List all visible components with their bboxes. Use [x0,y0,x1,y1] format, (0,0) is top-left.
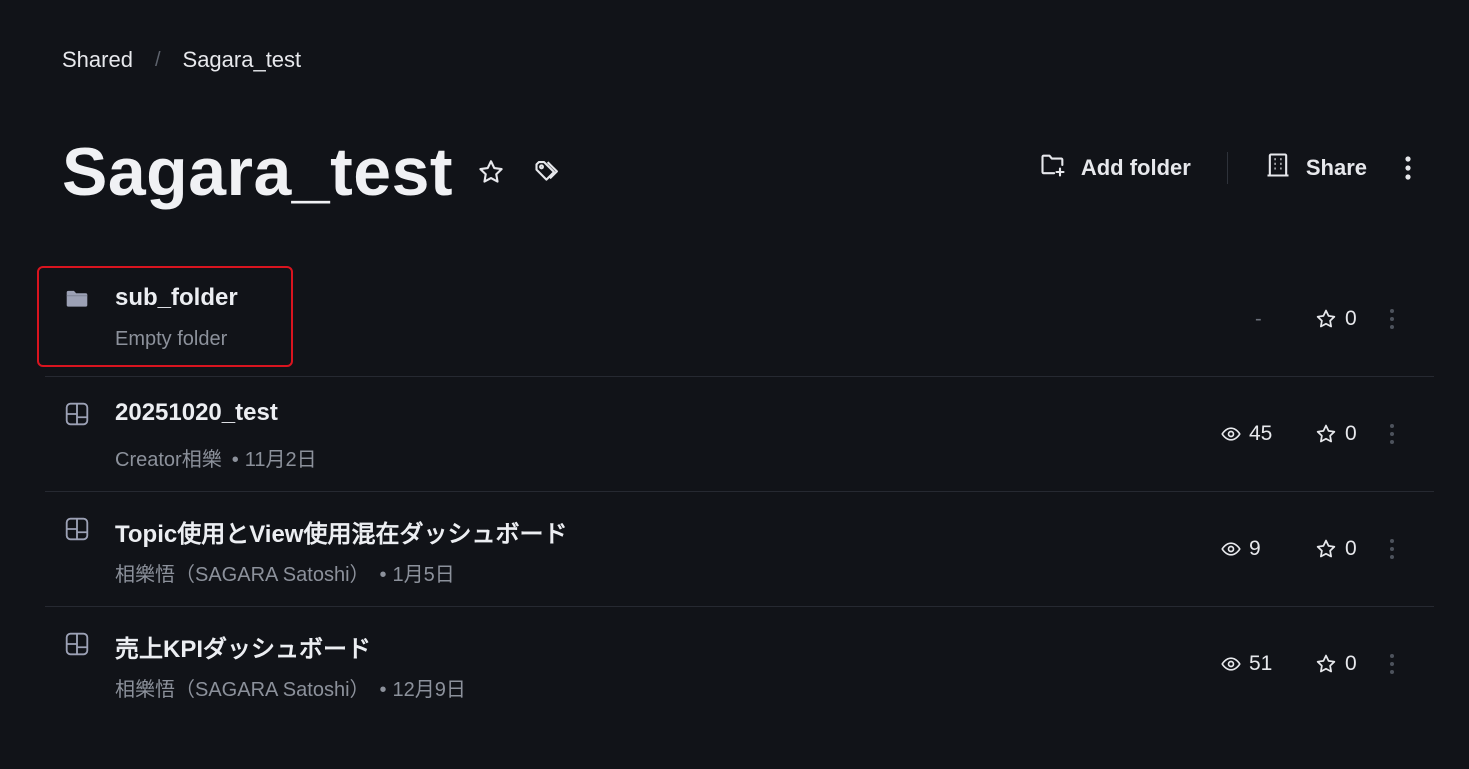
item-star-button[interactable]: 0 [1315,492,1357,606]
item-title[interactable]: 売上KPIダッシュボード [115,629,371,664]
item-list: sub_folder Empty folder - 0 20251020_tes… [45,262,1434,721]
item-subtitle: Empty folder [115,328,228,350]
item-star-button[interactable]: 0 [1315,262,1357,376]
header-actions: Add folder Share [1039,148,1413,188]
item-views: 45 [1221,377,1272,491]
star-icon [1316,309,1336,328]
title-row: Sagara_test [62,132,565,212]
share-label: Share [1305,155,1367,180]
dashboard-icon [64,516,90,542]
item-view-count: 51 [1249,652,1273,675]
item-date: 1月5日 [392,564,455,586]
eye-icon [1221,542,1241,556]
item-star-count: 0 [1345,537,1357,560]
item-more-button[interactable] [1388,492,1396,606]
item-more-button[interactable] [1388,377,1396,491]
item-title[interactable]: sub_folder [115,284,238,312]
item-star-count: 0 [1345,652,1357,675]
item-star-button[interactable]: 0 [1315,377,1357,491]
more-options-button[interactable] [1403,154,1413,182]
add-folder-label: Add folder [1080,155,1191,180]
page-title: Sagara_test [62,134,454,210]
eye-icon [1221,657,1241,671]
breadcrumb-shared[interactable]: Shared [62,47,133,73]
tags-icon[interactable] [529,154,565,190]
list-item[interactable]: 20251020_test Creator相樂 • 11月2日 45 0 [45,377,1434,492]
breadcrumb-separator: / [154,48,161,71]
item-owner: 相樂悟（SAGARA Satoshi） [115,564,370,586]
item-views: 9 [1221,492,1261,606]
item-title[interactable]: 20251020_test [115,399,278,427]
favorite-star-icon[interactable] [473,154,509,190]
item-date: 12月9日 [392,679,466,701]
item-more-button[interactable] [1388,607,1396,721]
item-date: 11月2日 [244,449,317,471]
item-title[interactable]: Topic使用とView使用混在ダッシュボード [115,514,567,549]
list-item[interactable]: Topic使用とView使用混在ダッシュボード 相樂悟（SAGARA Satos… [45,492,1434,607]
item-subtitle: 相樂悟（SAGARA Satoshi） • 12月9日 [115,679,466,701]
dashboard-icon [64,401,90,427]
item-views: 51 [1221,607,1272,721]
kebab-icon [1390,309,1394,329]
dashboard-icon [64,631,90,657]
breadcrumb-current[interactable]: Sagara_test [183,47,302,73]
item-owner: Creator相樂 [115,449,222,471]
kebab-icon [1405,156,1411,180]
item-owner: 相樂悟（SAGARA Satoshi） [115,679,370,701]
star-icon [1316,424,1336,443]
folder-plus-icon [1039,151,1067,185]
add-folder-button[interactable]: Add folder [1039,151,1191,185]
star-icon [1316,654,1336,673]
item-view-count: 45 [1249,422,1273,445]
kebab-icon [1390,424,1394,444]
item-view-count: 9 [1249,537,1261,560]
item-star-count: 0 [1345,422,1357,445]
kebab-icon [1390,539,1394,559]
building-icon [1264,151,1292,185]
share-button[interactable]: Share [1264,151,1367,185]
folder-icon [64,286,90,312]
kebab-icon [1390,654,1394,674]
item-views: - [1255,307,1262,330]
actions-divider [1226,152,1228,184]
breadcrumb: Shared / Sagara_test [62,46,301,74]
eye-icon [1221,427,1241,441]
item-subtitle: Creator相樂 • 11月2日 [115,449,317,471]
item-star-button[interactable]: 0 [1315,607,1357,721]
star-icon [1316,539,1336,558]
item-subtitle: 相樂悟（SAGARA Satoshi） • 1月5日 [115,564,455,586]
list-item[interactable]: sub_folder Empty folder - 0 [45,262,1434,377]
folder-page: Shared / Sagara_test Sagara_test Add fol… [0,0,1469,769]
item-star-count: 0 [1345,307,1357,330]
item-more-button[interactable] [1388,262,1396,376]
list-item[interactable]: 売上KPIダッシュボード 相樂悟（SAGARA Satoshi） • 12月9日 5… [45,607,1434,721]
